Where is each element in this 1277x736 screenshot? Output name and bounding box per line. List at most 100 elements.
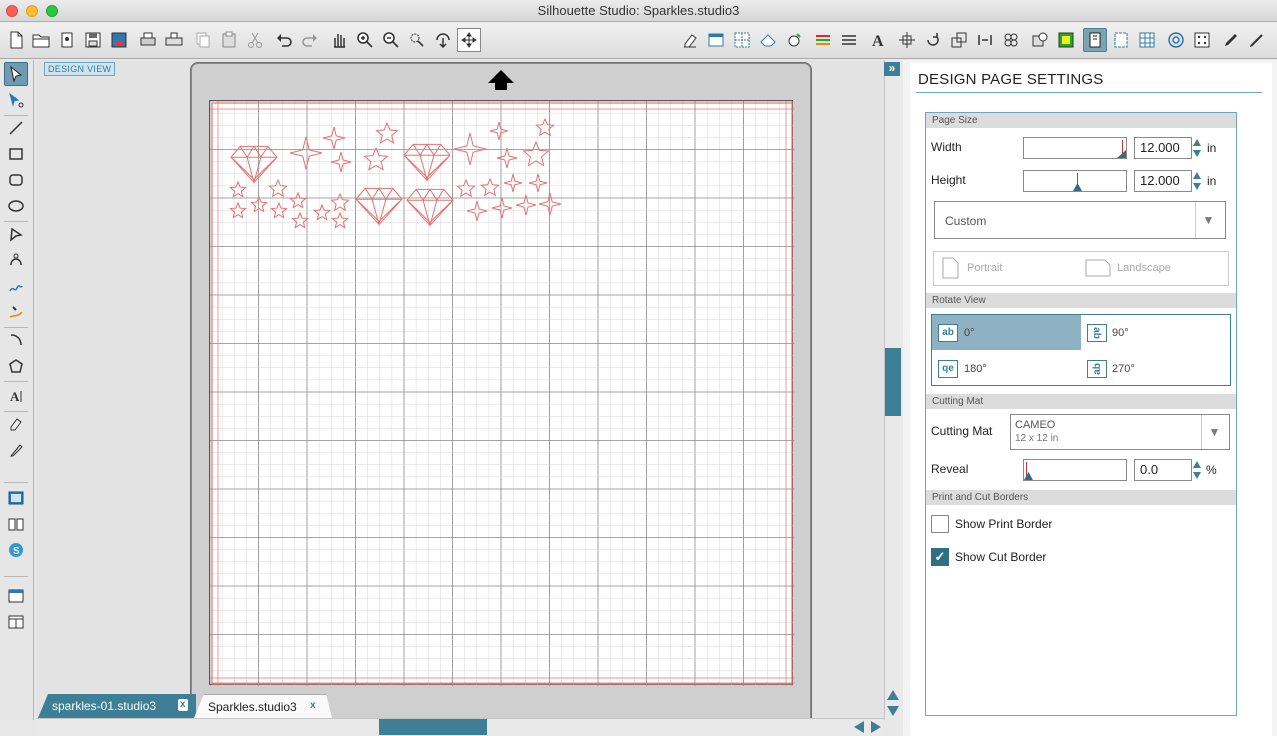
send-to-cutter-icon[interactable] (162, 28, 186, 52)
document-tab-sparkles[interactable]: Sparkles.studio3 x (194, 694, 332, 718)
line-color-icon[interactable] (811, 28, 835, 52)
sparkle-shape[interactable] (289, 136, 323, 170)
line-style-icon[interactable] (837, 28, 861, 52)
sparkle-shape[interactable] (528, 173, 548, 193)
rotate-90-button[interactable]: ab 90° (1082, 315, 1231, 350)
star-shape[interactable] (313, 203, 331, 221)
design-page[interactable] (209, 100, 794, 686)
star-shape[interactable] (535, 117, 555, 137)
arc-tool-icon[interactable] (4, 328, 28, 352)
sparkle-shape[interactable] (453, 132, 487, 166)
cut-settings-icon[interactable] (1109, 28, 1133, 52)
line-tool-icon[interactable] (4, 116, 28, 140)
transform-icon[interactable] (756, 28, 780, 52)
zoom-selection-icon[interactable] (405, 28, 429, 52)
rounded-rectangle-tool-icon[interactable] (4, 168, 28, 192)
star-shape[interactable] (291, 211, 309, 229)
star-shape[interactable] (522, 140, 550, 167)
star-shape[interactable] (480, 177, 500, 197)
new-document-icon[interactable] (4, 28, 28, 52)
cut-send-icon[interactable] (1245, 28, 1269, 52)
grid-settings-icon[interactable] (730, 28, 754, 52)
single-window-icon[interactable] (4, 584, 28, 608)
paste-icon[interactable] (217, 28, 241, 52)
sparkle-shape[interactable] (322, 126, 346, 150)
silhouette-store-icon[interactable]: S (4, 538, 28, 562)
height-slider[interactable] (1023, 170, 1127, 192)
grid-icon[interactable] (1135, 28, 1159, 52)
eraser-toolbar-icon[interactable] (678, 28, 702, 52)
redo-icon[interactable] (298, 28, 322, 52)
sparkle-shape[interactable] (496, 147, 518, 169)
star-shape[interactable] (289, 191, 307, 209)
knife-tool-icon[interactable] (4, 438, 28, 462)
sketch-pen-icon[interactable] (1219, 28, 1243, 52)
offset-icon[interactable] (1054, 28, 1078, 52)
freehand-tool-icon[interactable] (4, 274, 28, 298)
star-shape[interactable] (268, 178, 288, 198)
vertical-scroll-thumb[interactable] (885, 348, 901, 416)
select-tool-icon[interactable] (4, 62, 28, 86)
star-shape[interactable] (270, 201, 288, 219)
pan-hand-icon[interactable] (327, 28, 351, 52)
width-slider[interactable] (1023, 137, 1127, 159)
fit-to-page-icon[interactable] (457, 28, 481, 52)
save-icon[interactable] (81, 28, 105, 52)
star-shape[interactable] (375, 121, 399, 144)
library-view-icon[interactable] (4, 512, 28, 536)
print-icon[interactable] (136, 28, 160, 52)
rotate-0-button[interactable]: ab 0° (932, 315, 1081, 350)
star-shape[interactable] (330, 192, 350, 212)
reveal-input[interactable]: 0.0 (1134, 459, 1192, 481)
reveal-spinner-icon[interactable] (1193, 459, 1201, 481)
regular-polygon-tool-icon[interactable] (4, 354, 28, 378)
design-shapes[interactable] (210, 101, 794, 686)
trace-icon[interactable] (1028, 28, 1052, 52)
diamond-shape[interactable] (230, 145, 278, 185)
width-input[interactable]: 12.000 (1134, 137, 1192, 159)
sparkle-shape[interactable] (489, 121, 509, 141)
star-shape[interactable] (229, 180, 247, 198)
zoom-drag-icon[interactable] (431, 28, 455, 52)
horizontal-scroll-thumb[interactable] (379, 719, 487, 735)
smooth-freehand-tool-icon[interactable] (4, 300, 28, 324)
sparkle-shape[interactable] (515, 194, 537, 216)
scroll-left-arrow-icon[interactable] (852, 720, 866, 734)
close-tab-icon[interactable]: x (178, 699, 188, 711)
split-window-icon[interactable] (4, 610, 28, 634)
save-to-library-icon[interactable] (107, 28, 131, 52)
diamond-shape[interactable] (406, 188, 454, 228)
text-style-icon[interactable]: A (866, 28, 890, 52)
design-page-settings-icon[interactable] (1083, 28, 1107, 52)
sparkle-shape[interactable] (491, 197, 513, 219)
rotate-icon[interactable] (921, 28, 945, 52)
collapse-panel-button[interactable]: » (884, 62, 900, 76)
zoom-in-icon[interactable] (353, 28, 377, 52)
scroll-down-arrow-icon[interactable] (886, 704, 900, 718)
star-shape[interactable] (331, 211, 349, 229)
open-folder-icon[interactable] (29, 28, 53, 52)
text-tool-icon[interactable]: A (4, 384, 28, 408)
rotate-270-button[interactable]: ab 270° (1082, 351, 1231, 386)
cutting-mat-dropdown[interactable]: CAMEO 12 x 12 in ▼ (1010, 414, 1230, 450)
sparkle-shape[interactable] (538, 192, 562, 216)
reveal-slider[interactable] (1023, 459, 1127, 481)
star-shape[interactable] (456, 178, 476, 198)
curve-tool-icon[interactable] (4, 248, 28, 272)
rotate-180-button[interactable]: qe 180° (932, 351, 1081, 386)
page-size-dropdown[interactable]: Custom ▼ (934, 201, 1226, 239)
point-edit-icon[interactable] (782, 28, 806, 52)
pixscan-icon[interactable] (1190, 28, 1214, 52)
star-shape[interactable] (250, 195, 268, 213)
show-print-border-checkbox[interactable] (931, 515, 949, 533)
landscape-button[interactable]: Landscape (1085, 259, 1171, 277)
page-settings-icon[interactable] (704, 28, 728, 52)
document-tab-sparkles-01[interactable]: sparkles-01.studio3 x (38, 694, 196, 718)
replicate-icon[interactable] (999, 28, 1023, 52)
width-spinner-icon[interactable] (1193, 137, 1201, 159)
star-shape[interactable] (363, 146, 389, 171)
sparkle-shape[interactable] (466, 200, 488, 222)
show-cut-border-checkbox[interactable]: ✓ (931, 548, 949, 566)
height-spinner-icon[interactable] (1193, 170, 1201, 192)
eraser-tool-icon[interactable] (4, 412, 28, 436)
